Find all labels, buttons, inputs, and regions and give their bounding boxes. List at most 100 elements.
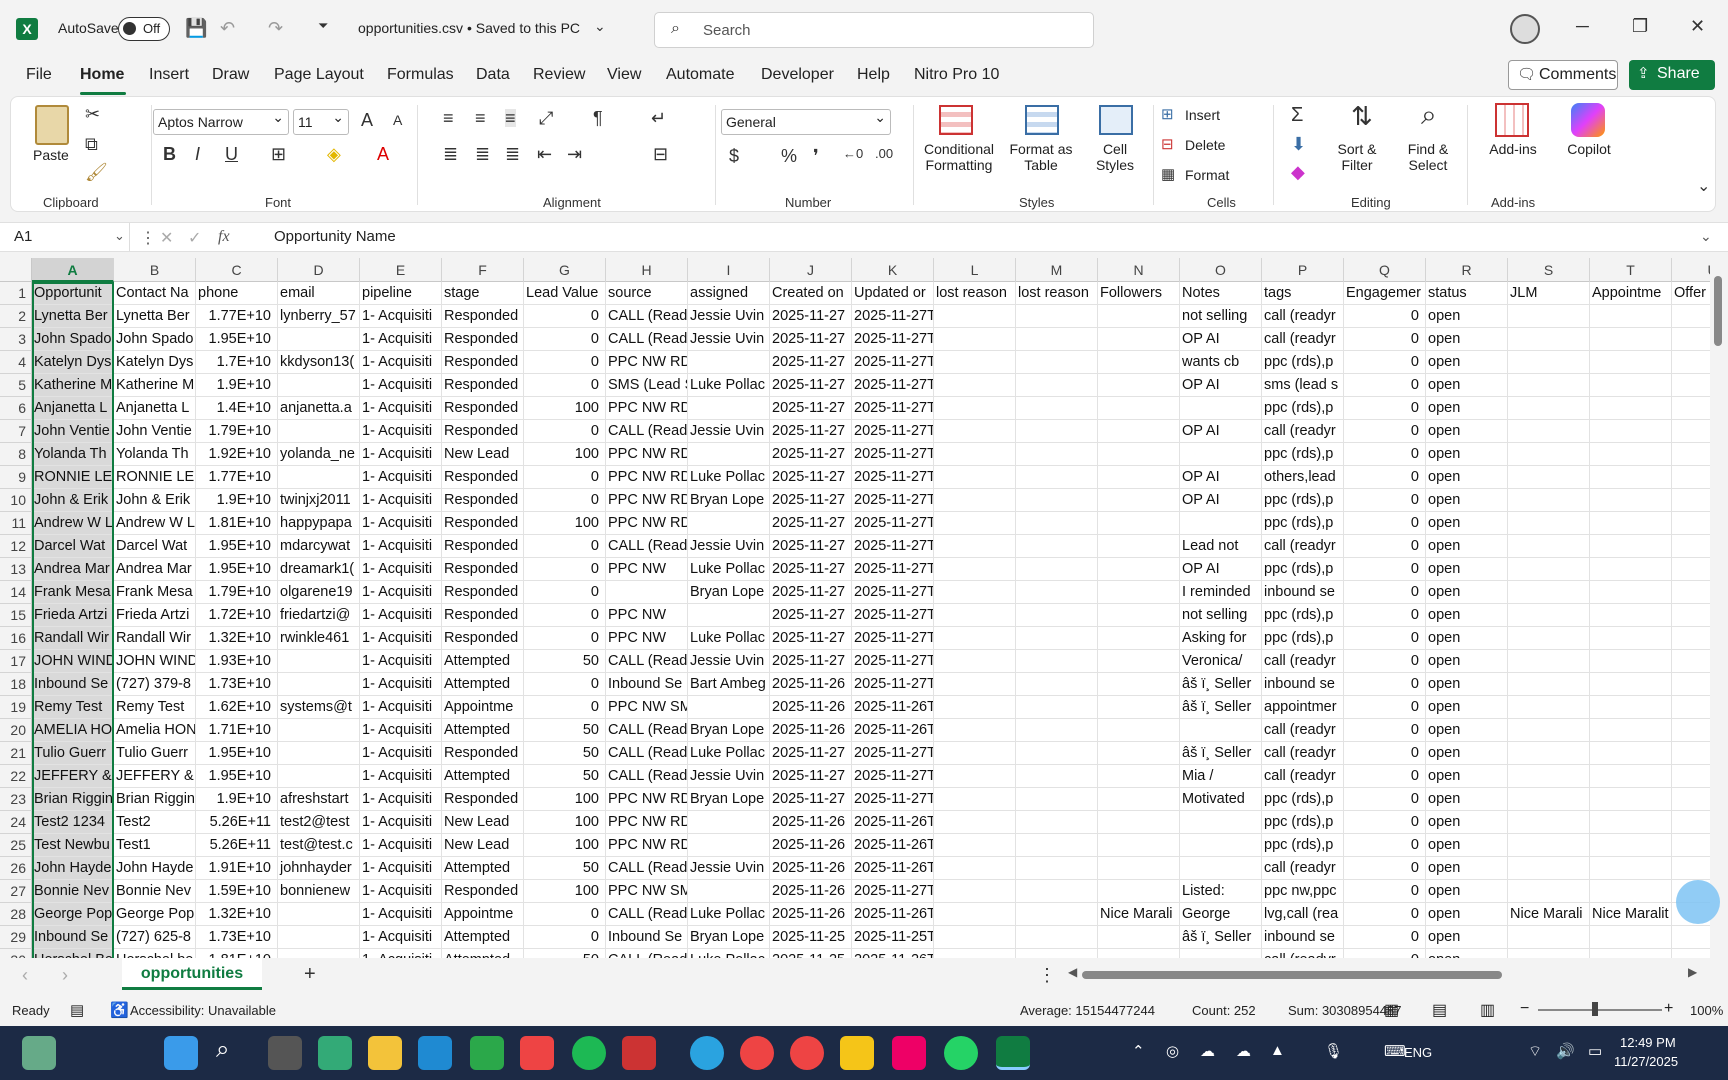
table-cell[interactable] xyxy=(1672,581,1710,604)
table-cell[interactable]: 1.79E+10 xyxy=(196,420,278,443)
table-cell[interactable] xyxy=(1590,788,1672,811)
table-cell[interactable] xyxy=(1590,466,1672,489)
tab-help[interactable]: Help xyxy=(857,66,890,84)
table-cell[interactable] xyxy=(1016,351,1098,374)
table-cell[interactable] xyxy=(1098,328,1180,351)
excel-taskbar-icon[interactable] xyxy=(996,1036,1030,1070)
table-cell[interactable]: 0 xyxy=(1344,742,1426,765)
table-cell[interactable]: 2025-11-27 xyxy=(770,397,852,420)
table-cell[interactable]: 1- Acquisiti xyxy=(360,834,442,857)
horizontal-scroll-thumb[interactable] xyxy=(1082,971,1502,979)
table-cell[interactable]: 2025-11-27T14:08:36.149Z xyxy=(852,489,934,512)
table-cell[interactable] xyxy=(1672,834,1710,857)
table-cell[interactable]: 5.26E+11 xyxy=(196,834,278,857)
table-cell[interactable] xyxy=(1672,305,1710,328)
table-cell[interactable]: open xyxy=(1426,949,1508,958)
app-icon[interactable] xyxy=(318,1036,352,1070)
row-header[interactable]: 18 xyxy=(0,673,32,696)
table-cell[interactable]: not selling xyxy=(1180,305,1262,328)
table-cell[interactable]: RONNIE LE xyxy=(32,466,114,489)
table-cell[interactable]: 1.72E+10 xyxy=(196,604,278,627)
orientation-icon[interactable]: ⤢ xyxy=(539,109,553,127)
table-cell[interactable]: 0 xyxy=(1344,374,1426,397)
table-cell[interactable] xyxy=(278,742,360,765)
table-cell[interactable]: RONNIE LE xyxy=(114,466,196,489)
column-header-g[interactable]: G xyxy=(524,258,606,282)
table-cell[interactable] xyxy=(1508,857,1590,880)
table-cell[interactable]: 1- Acquisiti xyxy=(360,489,442,512)
autosave-toggle[interactable]: Off xyxy=(118,17,170,41)
table-cell[interactable]: 1- Acquisiti xyxy=(360,627,442,650)
table-cell[interactable]: 1.32E+10 xyxy=(196,627,278,650)
table-cell[interactable]: 1.32E+10 xyxy=(196,903,278,926)
table-cell[interactable]: open xyxy=(1426,696,1508,719)
format-as-table-icon[interactable] xyxy=(1025,105,1059,135)
row-header[interactable]: 6 xyxy=(0,397,32,420)
table-cell[interactable]: Jessie Uvin xyxy=(688,650,770,673)
table-cell[interactable]: 2025-11-27T14:02:55.576Z xyxy=(852,627,934,650)
table-cell[interactable]: 1- Acquisiti xyxy=(360,535,442,558)
enter-icon[interactable]: ✓ xyxy=(188,228,201,248)
table-cell[interactable]: Bonnie Nev xyxy=(114,880,196,903)
table-cell[interactable] xyxy=(1672,765,1710,788)
table-cell[interactable] xyxy=(1016,788,1098,811)
chevron-down-icon[interactable]: ⌄ xyxy=(114,228,125,244)
table-cell[interactable]: ppc (rds),p xyxy=(1262,627,1344,650)
table-cell[interactable] xyxy=(1098,811,1180,834)
table-cell[interactable]: CALL (Read xyxy=(606,650,688,673)
table-cell[interactable]: 1- Acquisiti xyxy=(360,351,442,374)
table-cell[interactable] xyxy=(1590,949,1672,958)
table-cell[interactable]: Inbound Se xyxy=(32,926,114,949)
table-cell[interactable]: 1.91E+10 xyxy=(196,857,278,880)
table-cell[interactable]: 2025-11-27T14:03:51.020Z xyxy=(852,581,934,604)
copilot-label[interactable]: Copilot xyxy=(1561,141,1617,157)
font-size-dropdown[interactable]: 11 xyxy=(293,109,349,135)
table-cell[interactable]: Anjanetta L xyxy=(32,397,114,420)
table-cell[interactable]: JEFFERY & S xyxy=(32,765,114,788)
header-cell[interactable]: Engagemer xyxy=(1344,282,1426,305)
table-cell[interactable]: Responded xyxy=(442,742,524,765)
table-cell[interactable]: 0 xyxy=(1344,949,1426,958)
number-format-dropdown[interactable]: General xyxy=(721,109,891,135)
table-cell[interactable]: lynberry_57 xyxy=(278,305,360,328)
table-cell[interactable]: kkdyson13( xyxy=(278,351,360,374)
table-cell[interactable]: ppc (rds),p xyxy=(1262,604,1344,627)
table-cell[interactable]: 2025-11-27T14:03:19.167Z xyxy=(852,604,934,627)
table-cell[interactable] xyxy=(1590,627,1672,650)
table-cell[interactable] xyxy=(1180,443,1262,466)
keyboard-icon[interactable]: ⌨ xyxy=(1384,1042,1406,1060)
table-cell[interactable] xyxy=(1098,535,1180,558)
table-cell[interactable] xyxy=(278,466,360,489)
table-cell[interactable]: open xyxy=(1426,650,1508,673)
table-cell[interactable] xyxy=(1098,949,1180,958)
table-cell[interactable]: 2025-11-27T14:10:53.684Z xyxy=(852,466,934,489)
table-cell[interactable] xyxy=(934,880,1016,903)
table-cell[interactable]: 0 xyxy=(524,351,606,374)
table-cell[interactable]: PPC NW RD xyxy=(606,788,688,811)
table-cell[interactable] xyxy=(1016,719,1098,742)
floating-widget-icon[interactable] xyxy=(1676,880,1720,924)
table-cell[interactable] xyxy=(934,696,1016,719)
sort-filter-label[interactable]: Sort & Filter xyxy=(1329,141,1385,173)
table-cell[interactable]: Test1 xyxy=(114,834,196,857)
table-cell[interactable]: 1- Acquisiti xyxy=(360,926,442,949)
widgets-icon[interactable] xyxy=(22,1036,56,1070)
table-cell[interactable]: 2025-11-27T00:29:05.298Z xyxy=(852,673,934,696)
table-cell[interactable] xyxy=(1590,834,1672,857)
table-cell[interactable] xyxy=(934,535,1016,558)
row-header[interactable]: 28 xyxy=(0,903,32,926)
table-cell[interactable]: 1- Acquisiti xyxy=(360,420,442,443)
table-cell[interactable] xyxy=(1098,696,1180,719)
table-cell[interactable] xyxy=(934,489,1016,512)
table-cell[interactable]: 50 xyxy=(524,742,606,765)
table-cell[interactable]: Katelyn Dys xyxy=(114,351,196,374)
table-cell[interactable]: Listed: xyxy=(1180,880,1262,903)
table-cell[interactable]: johnhayder xyxy=(278,857,360,880)
table-cell[interactable] xyxy=(1590,351,1672,374)
cancel-icon[interactable]: ✕ xyxy=(160,228,173,248)
table-cell[interactable]: lvg,call (rea xyxy=(1262,903,1344,926)
table-cell[interactable]: 2025-11-27 xyxy=(770,604,852,627)
table-cell[interactable]: Randall Wir xyxy=(32,627,114,650)
table-cell[interactable] xyxy=(934,834,1016,857)
table-cell[interactable] xyxy=(1508,788,1590,811)
